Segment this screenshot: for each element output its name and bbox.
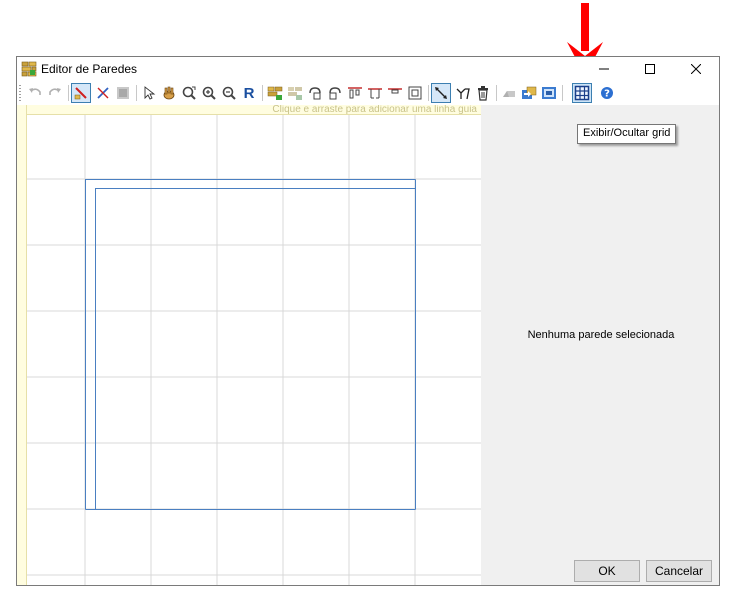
align-bottom-icon [388, 88, 402, 94]
merge-walls-button[interactable] [285, 83, 305, 103]
redo-icon [49, 88, 61, 95]
select-pointer-button[interactable] [139, 83, 159, 103]
wall-inner-line [95, 188, 416, 510]
grid-lines [17, 105, 481, 585]
toggle-grid-button[interactable] [572, 83, 592, 103]
align-middle-button[interactable] [365, 83, 385, 103]
draw-wall-icon [74, 87, 87, 100]
wall-outer-line [85, 179, 416, 510]
minimize-icon [599, 68, 609, 70]
import-button[interactable] [519, 83, 539, 103]
maximize-button[interactable] [627, 57, 673, 81]
minimize-button[interactable] [581, 57, 627, 81]
zoom-in-icon [202, 86, 216, 100]
canvas-grid [17, 105, 481, 585]
join-walls-icon [267, 86, 283, 100]
zoom-window-button[interactable] [179, 83, 199, 103]
horizontal-guide-ruler[interactable]: Clique e arraste para adicionar uma linh… [17, 105, 481, 115]
reset-view-icon: R [243, 84, 255, 102]
undo-icon [29, 88, 41, 95]
title-bar: Editor de Paredes [17, 57, 719, 81]
vertical-guide-ruler[interactable] [17, 105, 27, 585]
toolbar: R ? [17, 81, 719, 105]
align-middle-icon [368, 88, 382, 99]
maximize-icon [645, 64, 655, 74]
grid-tooltip: Exibir/Ocultar grid [577, 124, 677, 144]
merge-walls-icon [288, 87, 302, 100]
roof-button[interactable] [499, 83, 519, 103]
window-title: Editor de Paredes [41, 62, 138, 76]
svg-text:?: ? [604, 89, 610, 100]
help-button[interactable]: ? [597, 83, 617, 103]
snap-button[interactable] [405, 83, 425, 103]
snap-icon [408, 86, 422, 100]
zoom-out-icon [222, 86, 236, 100]
rotate-left-button[interactable] [305, 83, 325, 103]
properties-panel: Nenhuma parede selecionada OK Cancelar [483, 105, 719, 585]
pan-hand-button[interactable] [159, 83, 179, 103]
split-wall-button[interactable] [93, 83, 113, 103]
drawing-canvas[interactable]: Clique e arraste para adicionar uma linh… [17, 105, 481, 585]
measure-button[interactable] [431, 83, 451, 103]
align-top-icon [348, 87, 362, 99]
pan-hand-icon [163, 86, 175, 100]
reset-view-button[interactable]: R [239, 83, 259, 103]
join-walls-button[interactable] [265, 83, 285, 103]
zoom-out-button[interactable] [219, 83, 239, 103]
rotate-right-icon [329, 87, 341, 100]
rotate-left-icon [309, 87, 321, 100]
measure-icon [435, 87, 447, 99]
wall-outline[interactable] [85, 179, 416, 510]
app-icon [21, 61, 37, 77]
zoom-window-icon [182, 86, 196, 100]
angle-icon [456, 88, 470, 100]
export-icon [542, 87, 556, 99]
guide-hint-text: Clique e arraste para adicionar uma linh… [272, 105, 477, 115]
align-bottom-button[interactable] [385, 83, 405, 103]
help-icon: ? [601, 87, 613, 100]
draw-wall-button[interactable] [71, 83, 91, 103]
no-wall-selected-message: Nenhuma parede selecionada [527, 329, 675, 341]
angle-button[interactable] [453, 83, 473, 103]
grid-icon [574, 85, 590, 101]
export-button[interactable] [539, 83, 559, 103]
rotate-right-button[interactable] [325, 83, 345, 103]
roof-icon [503, 91, 515, 97]
delete-button[interactable] [473, 83, 493, 103]
delete-icon [478, 86, 488, 101]
wall-texture-icon [117, 87, 129, 99]
import-icon [522, 86, 537, 99]
select-pointer-icon [144, 86, 156, 100]
align-top-button[interactable] [345, 83, 365, 103]
cancel-button[interactable]: Cancelar [646, 560, 712, 582]
split-wall-icon [97, 87, 109, 99]
redo-button[interactable] [45, 83, 65, 103]
close-button[interactable] [673, 57, 719, 81]
close-icon [691, 64, 701, 74]
wall-texture-button[interactable] [113, 83, 133, 103]
undo-button[interactable] [25, 83, 45, 103]
toolbar-grip[interactable] [19, 85, 21, 101]
zoom-in-button[interactable] [199, 83, 219, 103]
ok-button[interactable]: OK [574, 560, 640, 582]
